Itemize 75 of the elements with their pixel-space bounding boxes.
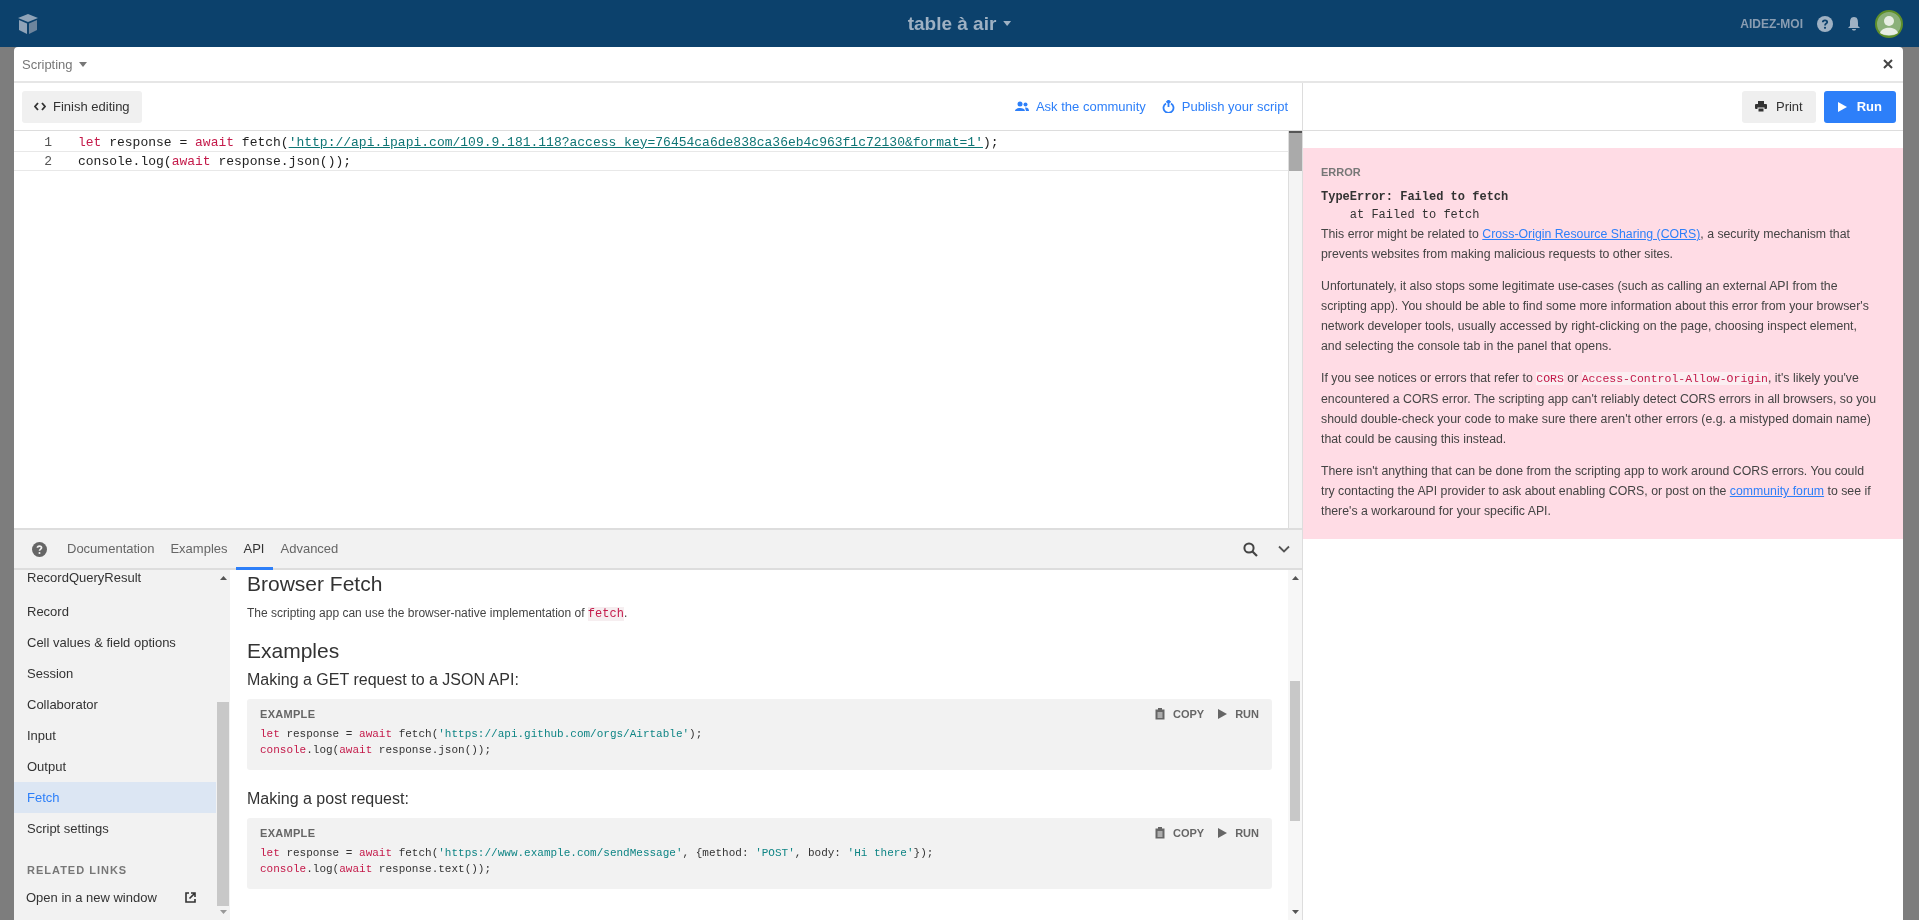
play-icon [1218,709,1228,719]
publish-script-link[interactable]: Publish your script [1161,99,1288,114]
docs-tab[interactable]: API [235,530,273,570]
bell-icon[interactable] [1847,15,1861,32]
sidebar-item[interactable]: Script settings [14,813,216,844]
clipboard-icon [1154,827,1165,839]
avatar-icon[interactable] [1875,9,1903,38]
caret-icon [1003,21,1012,26]
line-number: 2 [43,153,53,169]
example-title: Making a post request: [247,790,410,808]
sidebar-item[interactable]: RecordQueryResult [14,570,216,588]
run-button[interactable]: RUN [1218,708,1259,720]
sidebar-item[interactable]: Record [14,596,216,627]
dialog-title[interactable]: Scripting [22,56,73,72]
scroll-up-icon[interactable] [1291,576,1299,580]
example-label: EXAMPLE [260,827,316,839]
sidebar-item[interactable]: Fetch [14,782,216,813]
code-line: console.log(await response.json()); [260,743,493,758]
error-message: If you see notices or errors that refer to CORS or Access-Control-Allow-Origin, it's likely you've encountered a CORS error. The scripting app can't reliably detect CORS errors in all browsers, so you should double-check your code to make sure there aren't other errors (e.g. a mistyped domain name) that could be causing this instead. [1321,370,1877,448]
clipboard-icon [1154,708,1165,720]
help-link[interactable]: AIDEZ-MOI [1740,16,1803,31]
help-icon[interactable] [32,541,47,557]
copy-button[interactable]: COPY [1154,708,1205,720]
sidebar-item[interactable]: Input [14,720,216,751]
section-title: Examples [247,639,341,663]
close-icon[interactable] [1883,59,1893,69]
print-button[interactable]: Print [1742,90,1816,123]
box-logo-icon[interactable] [16,12,40,35]
section-heading: RELATED LINKS [26,863,129,876]
docs-tab[interactable]: Documentation [59,530,163,570]
code-line: console.log(await response.text()); [260,862,493,877]
docs-tab[interactable]: Examples [162,530,236,570]
error-label: ERROR [1321,165,1362,180]
code-line: let response = await fetch('https://www.example.com/sendMessage', {method: 'POST', body: 'Hi there'}); [260,846,935,861]
caret-icon [78,61,87,67]
sidebar-item[interactable]: Cell values & field options [14,627,216,658]
run-button[interactable]: Run [1823,90,1896,123]
people-icon [1014,101,1029,112]
search-icon[interactable] [1243,541,1258,557]
error-message: Unfortunately, it also stops some legitimate use-cases (such as calling an external API from the scripting app). You should be able to find some more information about this error from your browser's network developer tools, usually accessed by right-clicking on the page, choosing inspect element, and selecting the console tab in the panel that opens. [1321,278,1870,355]
upload-icon [1161,100,1175,113]
base-title[interactable]: table à air [907,12,997,35]
line-number: 1 [43,134,53,150]
scrollbar[interactable] [1288,131,1302,528]
code-brackets-icon [34,102,46,111]
error-message: There isn't anything that can be done from the scripting app to work around CORS errors. You could try contacting the API provider to ask about enabling CORS, or post on the community forum to see if there's a workaround for your specific API. [1321,463,1872,520]
sidebar-item[interactable]: Output [14,751,216,782]
play-icon [1837,101,1847,112]
run-button[interactable]: RUN [1218,827,1259,839]
error-trace: at Failed to fetch [1348,207,1481,224]
printer-icon [1755,101,1767,112]
copy-button[interactable]: COPY [1154,827,1205,839]
error-trace: TypeError: Failed to fetch [1321,189,1510,206]
sidebar-link[interactable]: Open in a new window [26,890,157,905]
example-label: EXAMPLE [260,708,316,720]
external-link-icon[interactable] [185,892,196,903]
intro-text: The scripting app can use the browser-native implementation of fetch. [247,606,629,621]
code-line: let response = await fetch('https://api.github.com/orgs/Airtable'); [260,727,704,742]
finish-editing-button[interactable]: Finish editing [22,90,142,123]
scroll-down-icon[interactable] [1291,910,1299,914]
sidebar-item[interactable]: Collaborator [14,689,216,720]
error-message: This error might be related to Cross-Origin Resource Sharing (CORS), a security mechanism that prevents websites from making malicious requests to other sites. [1321,226,1851,263]
code-line: console.log(await response.json()); [78,153,352,169]
scrollbar[interactable] [1288,570,1302,920]
example-title: Making a GET request to a JSON API: [247,671,520,689]
docs-tab[interactable]: Advanced [272,530,347,570]
chevron-down-icon[interactable] [1278,545,1290,553]
code-line: let response = await fetch('http://api.ipapi.com/109.9.181.118?access_key=76454ca6de838ca36eb4c963f1c72130&format=1'); [78,134,999,150]
section-title: Browser Fetch [247,572,384,596]
ask-community-link[interactable]: Ask the community [1014,99,1146,114]
sidebar-item[interactable]: Session [14,658,216,689]
play-icon [1218,828,1228,838]
link[interactable]: community forum [1729,484,1825,498]
scroll-up-icon[interactable] [219,576,227,580]
help-icon[interactable] [1817,15,1833,32]
